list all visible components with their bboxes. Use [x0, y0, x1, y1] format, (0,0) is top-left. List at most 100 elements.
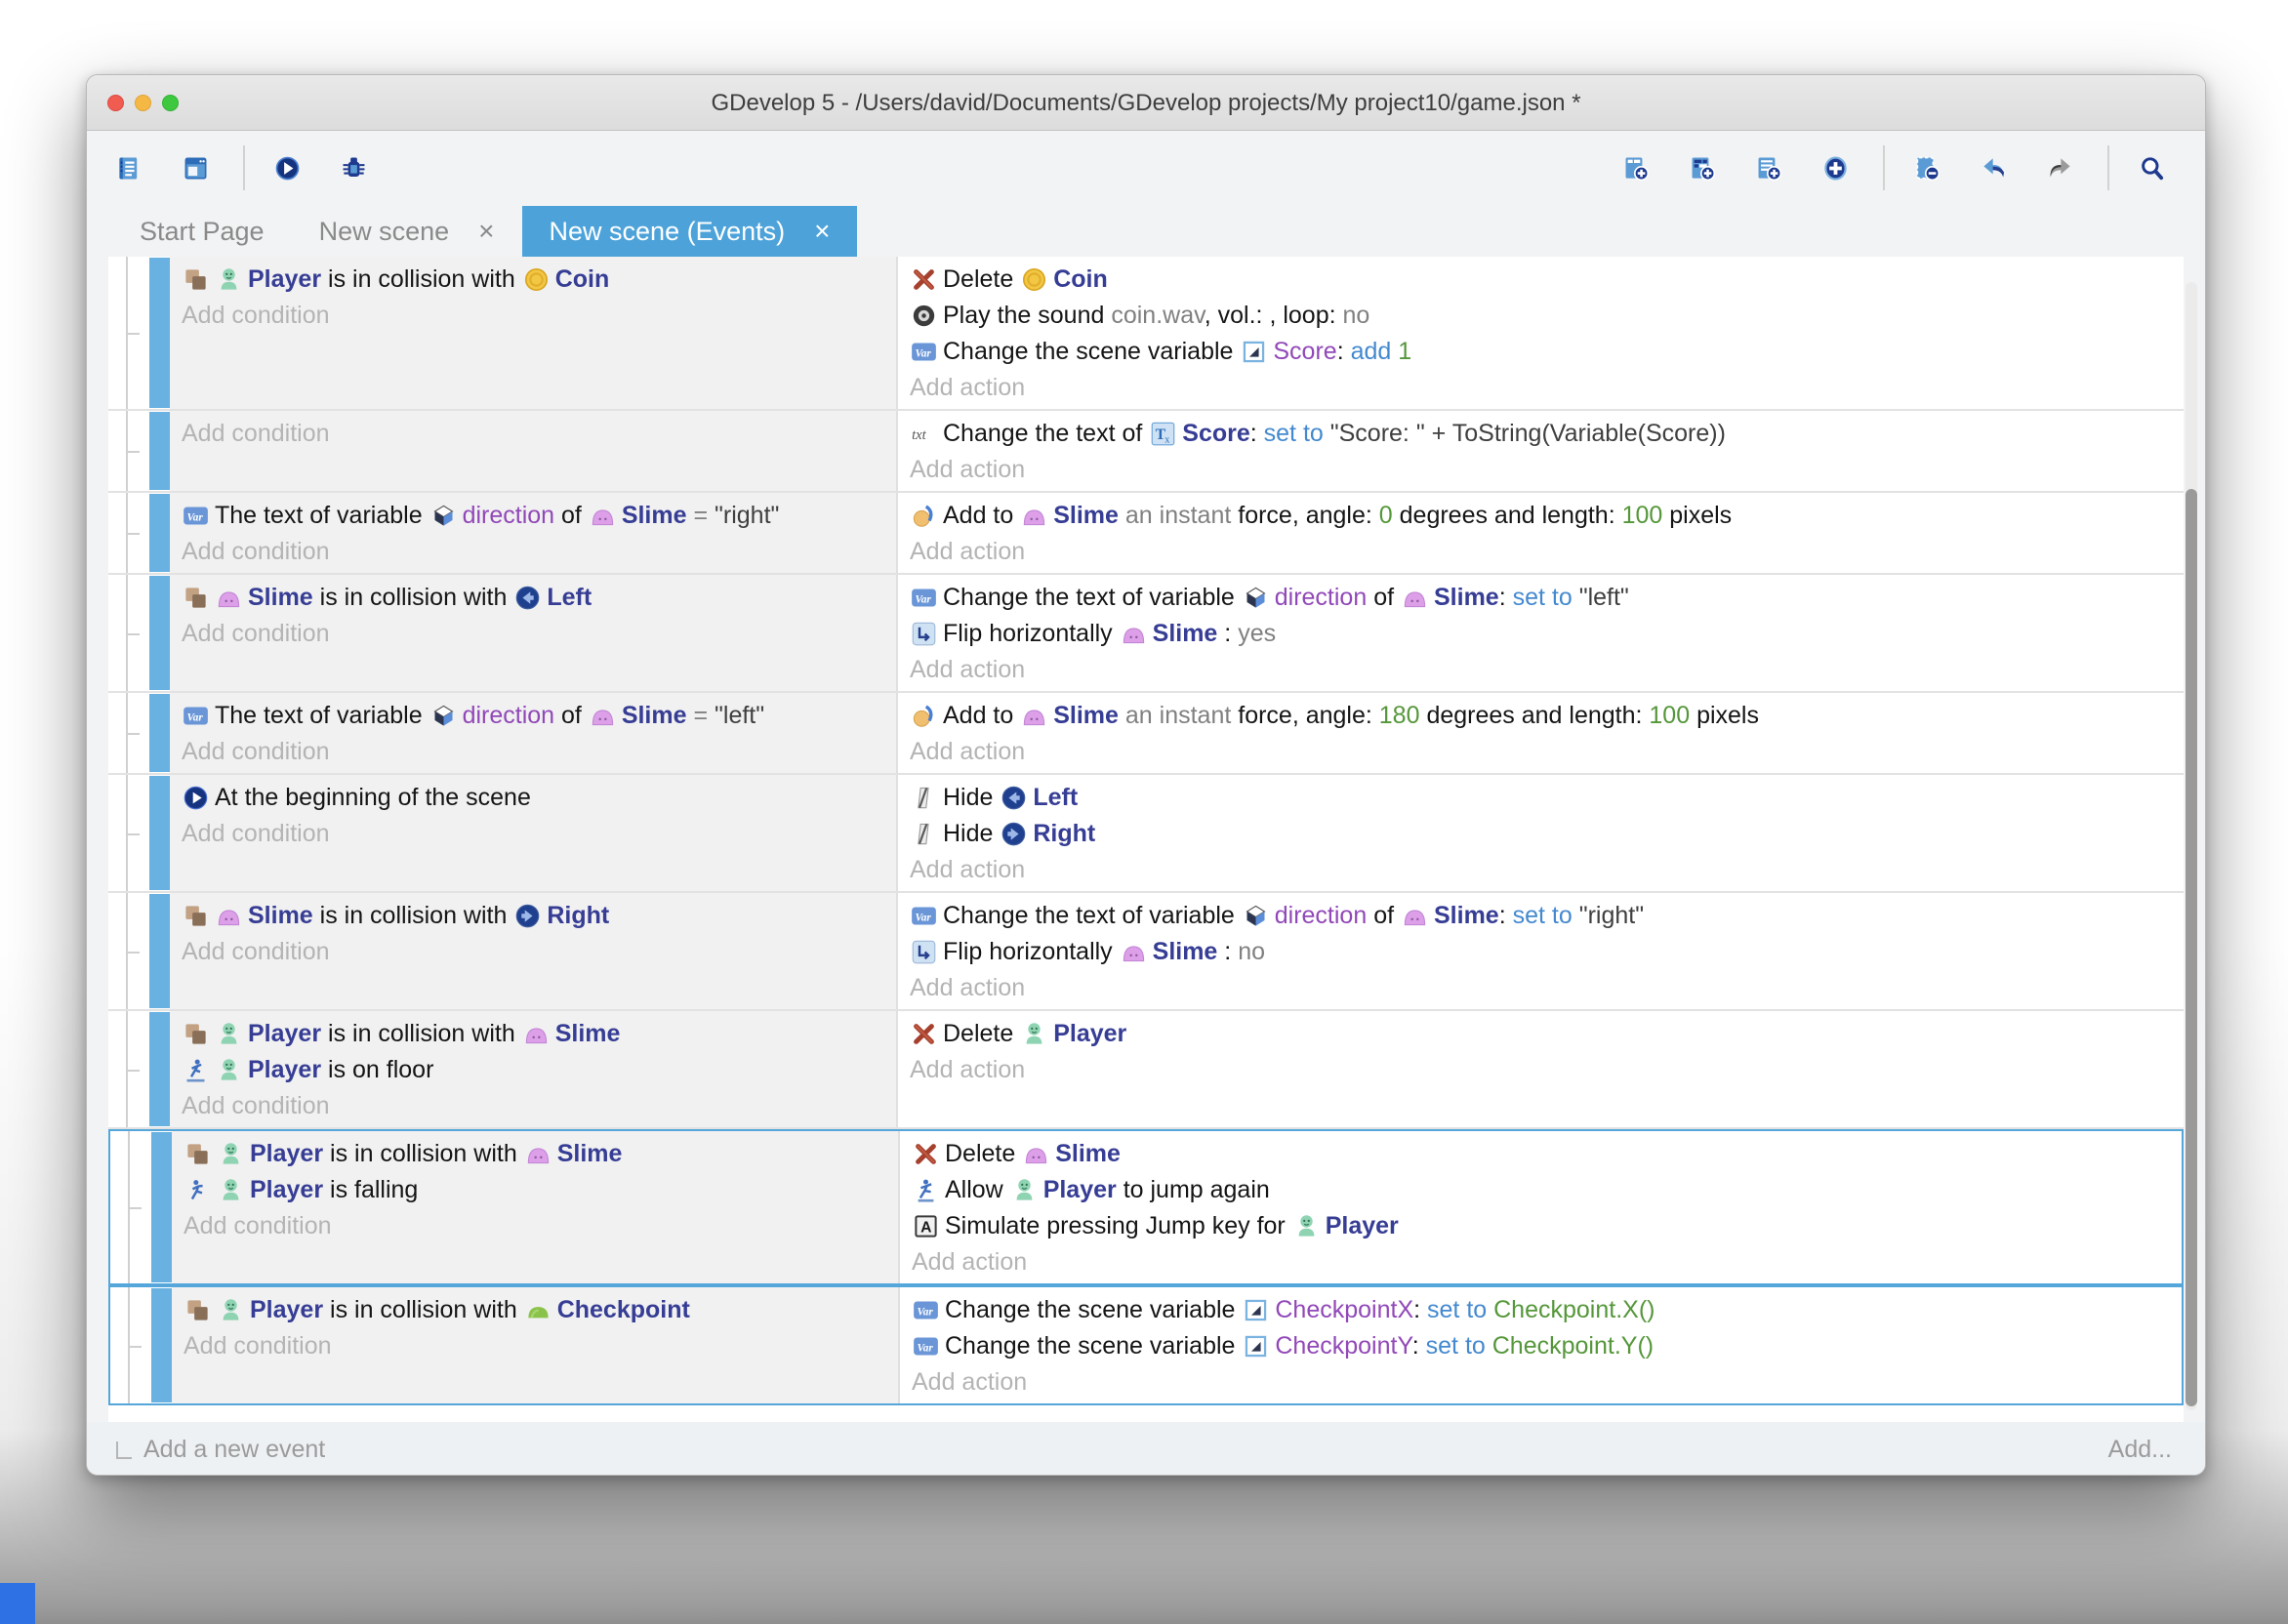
action-line[interactable]: VarChange the text of variable direction… [910, 580, 2184, 616]
var-icon: Var [183, 703, 209, 729]
action-line[interactable]: ASimulate pressing Jump key for Player [912, 1208, 2182, 1244]
tab-new-scene-events-[interactable]: New scene (Events)× [522, 206, 858, 257]
action-line[interactable]: VarChange the scene variable CheckpointX… [912, 1292, 2182, 1328]
add-condition-button[interactable]: Add condition [182, 416, 896, 452]
tab-label: New scene [319, 217, 450, 247]
action-line[interactable]: Add to Slime an instant force, angle: 0 … [910, 498, 2184, 534]
condition-line[interactable]: Player is in collision with Slime [184, 1136, 898, 1172]
action-line[interactable]: VarChange the scene variable Score: add … [910, 334, 2184, 370]
action-line[interactable]: txtChange the text of TxScore: set to "S… [910, 416, 2184, 452]
add-comment-button[interactable] [1744, 141, 1799, 195]
event-handle-bar[interactable] [149, 776, 170, 890]
action-line[interactable]: Allow Player to jump again [912, 1172, 2182, 1208]
debug-button[interactable] [329, 141, 384, 195]
add-action-button[interactable]: Add action [910, 534, 2184, 570]
add-condition-button[interactable]: Add condition [182, 934, 896, 970]
condition-line[interactable]: Slime is in collision with Right [182, 898, 896, 934]
event-row[interactable]: Slime is in collision with RightAdd cond… [108, 893, 2184, 1011]
search-button[interactable] [2127, 141, 2182, 195]
text-part: , vol.: , loop: [1205, 302, 1343, 329]
action-line[interactable]: Delete Coin [910, 262, 2184, 298]
close-tab-icon[interactable]: × [814, 216, 830, 247]
action-line[interactable]: Hide Right [910, 816, 2184, 852]
event-row[interactable]: Player is in collision with SlimePlayer … [108, 1011, 2184, 1129]
undo-button[interactable] [1969, 141, 2023, 195]
slime-icon [1402, 903, 1428, 929]
action-line[interactable]: Delete Player [910, 1016, 2184, 1052]
close-tab-icon[interactable]: × [478, 216, 494, 247]
add-action-button[interactable]: Add action [910, 370, 2184, 406]
add-condition-button[interactable]: Add condition [182, 616, 896, 652]
action-line[interactable]: VarChange the scene variable CheckpointY… [912, 1328, 2182, 1364]
event-row[interactable]: Add condition txtChange the text of TxSco… [108, 411, 2184, 493]
text-part: Change the text of variable [943, 584, 1242, 611]
event-row[interactable]: Player is in collision with CoinAdd cond… [108, 257, 2184, 411]
event-handle-bar[interactable] [149, 576, 170, 690]
condition-line[interactable]: Player is in collision with Coin [182, 262, 896, 298]
add-action-button[interactable]: Add action [910, 452, 2184, 488]
play-button[interactable] [263, 141, 317, 195]
event-row[interactable]: VarThe text of variable direction of Sli… [108, 693, 2184, 775]
event-handle-bar[interactable] [151, 1288, 172, 1402]
add-action-button[interactable]: Add action [910, 852, 2184, 888]
redo-button[interactable] [2035, 141, 2090, 195]
add-new-button[interactable] [1811, 141, 1865, 195]
text-part: Checkpoint.X() [1493, 1296, 1655, 1323]
action-line[interactable]: VarChange the text of variable direction… [910, 898, 2184, 934]
event-handle-bar[interactable] [149, 1012, 170, 1126]
remove-event-button[interactable] [1902, 141, 1957, 195]
event-handle-bar[interactable] [149, 494, 170, 572]
tree-corner-icon [116, 1441, 132, 1459]
event-handle-bar[interactable] [149, 412, 170, 490]
add-action-button[interactable]: Add action [910, 652, 2184, 688]
add-condition-button[interactable]: Add condition [182, 734, 896, 770]
add-action-button[interactable]: Add action [910, 734, 2184, 770]
add-condition-button[interactable]: Add condition [184, 1208, 898, 1244]
project-manager-button[interactable] [104, 141, 159, 195]
event-row[interactable]: Slime is in collision with LeftAdd condi… [108, 575, 2184, 693]
text-part: At the beginning of the scene [215, 784, 531, 811]
action-line[interactable]: Hide Left [910, 780, 2184, 816]
action-line[interactable]: Add to Slime an instant force, angle: 18… [910, 698, 2184, 734]
event-handle-bar[interactable] [149, 258, 170, 408]
add-action-button[interactable]: Add action [910, 1052, 2184, 1088]
add-condition-button[interactable]: Add condition [182, 534, 896, 570]
condition-line[interactable]: Player is on floor [182, 1052, 896, 1088]
condition-line[interactable]: Player is in collision with Slime [182, 1016, 896, 1052]
action-line[interactable]: Flip horizontally Slime : no [910, 934, 2184, 970]
add-event-button[interactable] [1612, 141, 1666, 195]
add-condition-button[interactable]: Add condition [182, 1088, 896, 1124]
add-more-button[interactable]: Add... [2108, 1436, 2172, 1464]
tab-start-page[interactable]: Start Page [112, 206, 292, 257]
debug-icon [341, 155, 367, 182]
add-action-button[interactable]: Add action [912, 1364, 2182, 1401]
event-handle-bar[interactable] [151, 1132, 172, 1282]
condition-line[interactable]: At the beginning of the scene [182, 780, 896, 816]
add-action-button[interactable]: Add action [912, 1244, 2182, 1280]
scrollbar-thumb[interactable] [2186, 489, 2197, 1406]
event-row[interactable]: At the beginning of the scene Add conditi… [108, 775, 2184, 893]
tab-new-scene[interactable]: New scene × [292, 206, 522, 257]
condition-line[interactable]: Slime is in collision with Left [182, 580, 896, 616]
text-part: Coin [1053, 265, 1108, 293]
event-row[interactable]: VarThe text of variable direction of Sli… [108, 493, 2184, 575]
add-condition-button[interactable]: Add condition [182, 298, 896, 334]
condition-line[interactable]: Player is in collision with Checkpoint [184, 1292, 898, 1328]
add-action-button[interactable]: Add action [910, 970, 2184, 1006]
add-condition-button[interactable]: Add condition [182, 816, 896, 852]
event-row[interactable]: Player is in collision with SlimePlayer … [108, 1129, 2184, 1285]
add-sub-event-button[interactable] [1678, 141, 1733, 195]
scene-editor-button[interactable] [171, 141, 225, 195]
condition-line[interactable]: VarThe text of variable direction of Sli… [182, 698, 896, 734]
event-handle-bar[interactable] [149, 894, 170, 1008]
action-line[interactable]: Play the sound coin.wav, vol.: , loop: n… [910, 298, 2184, 334]
action-line[interactable]: Delete Slime [912, 1136, 2182, 1172]
condition-line[interactable]: Player is falling [184, 1172, 898, 1208]
event-handle-bar[interactable] [149, 694, 170, 772]
event-row[interactable]: Player is in collision with CheckpointAd… [108, 1285, 2184, 1405]
action-line[interactable]: Flip horizontally Slime : yes [910, 616, 2184, 652]
flip-icon [911, 621, 937, 647]
add-condition-button[interactable]: Add condition [184, 1328, 898, 1364]
condition-line[interactable]: VarThe text of variable direction of Sli… [182, 498, 896, 534]
add-new-event-button[interactable]: Add a new event [116, 1436, 325, 1464]
